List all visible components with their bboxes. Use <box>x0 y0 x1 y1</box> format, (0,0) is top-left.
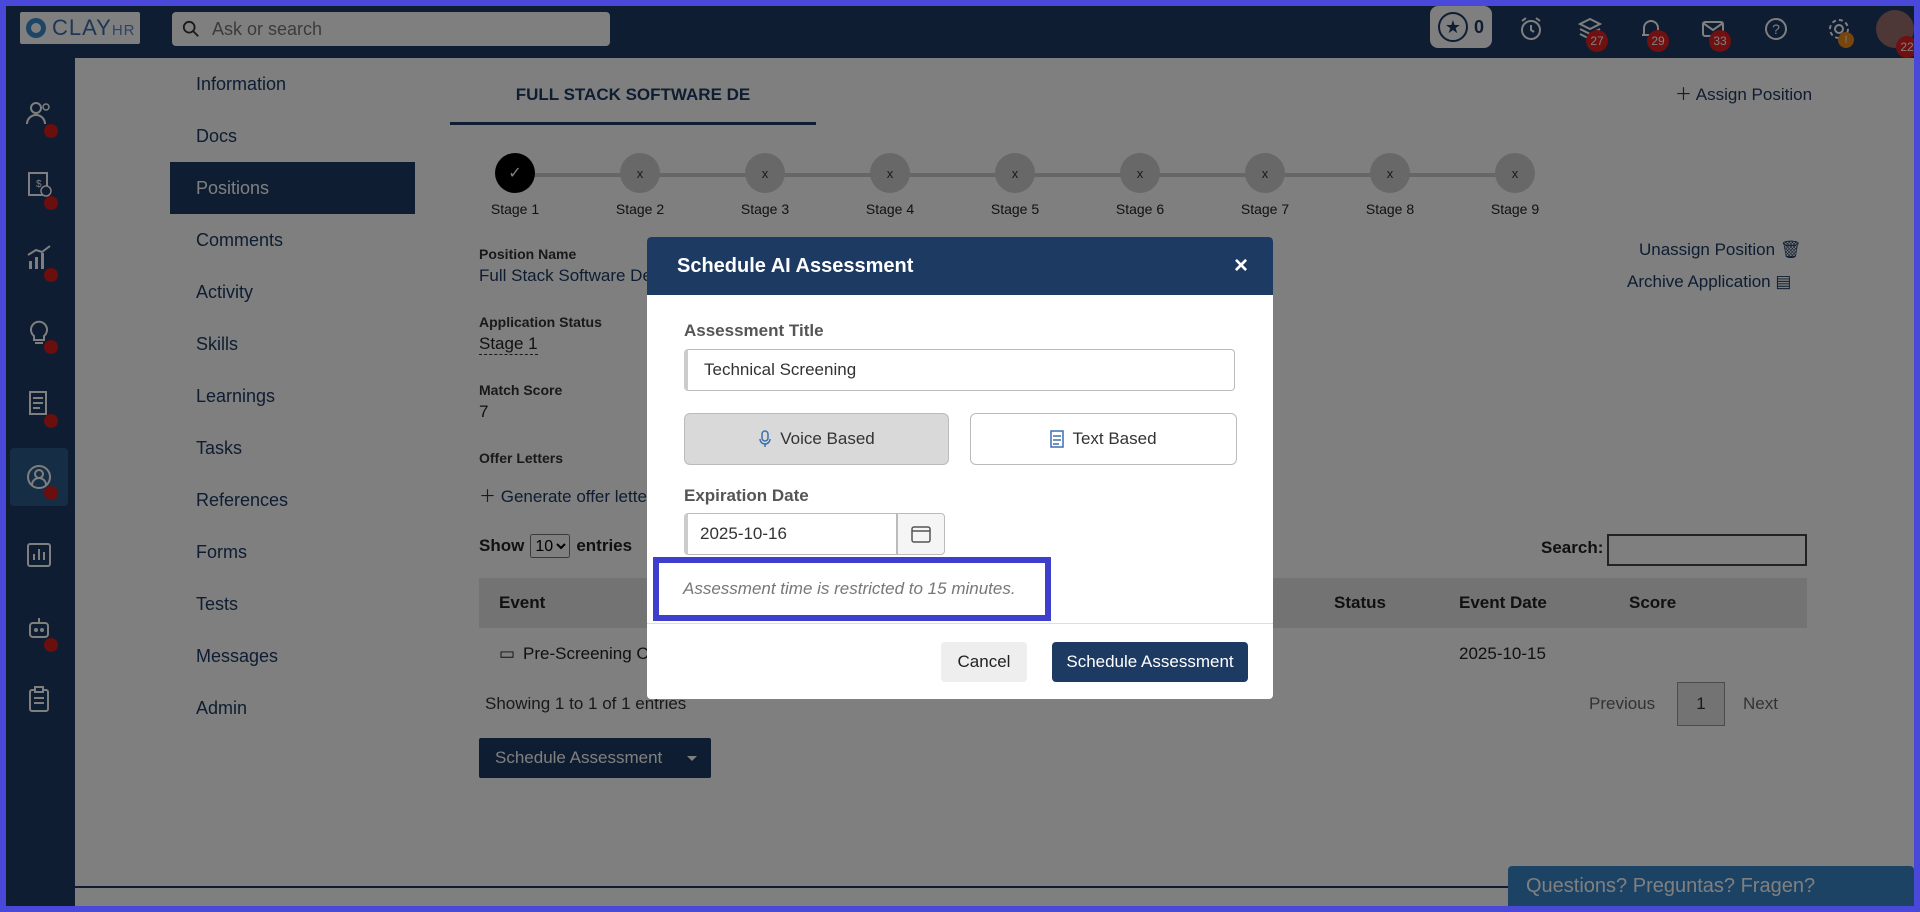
schedule-ai-assessment-modal: Schedule AI Assessment × Assessment Titl… <box>647 237 1273 699</box>
assessment-time-note: Assessment time is restricted to 15 minu… <box>653 557 1051 621</box>
assessment-title-label: Assessment Title <box>684 321 824 340</box>
expiration-date-label: Expiration Date <box>684 486 809 505</box>
assessment-title-input[interactable]: Technical Screening <box>684 349 1235 391</box>
app-frame: CLAYHR ★ 0 27 29 33 ? ! <box>6 6 1914 906</box>
calendar-button[interactable] <box>897 513 945 555</box>
modal-title: Schedule AI Assessment <box>677 254 914 277</box>
modal-header: Schedule AI Assessment × <box>647 237 1273 295</box>
schedule-assessment-button[interactable]: Schedule Assessment <box>1052 642 1248 682</box>
modal-footer-divider <box>647 623 1273 624</box>
text-based-button[interactable]: Text Based <box>970 413 1237 465</box>
expiration-date-input[interactable]: 2025-10-16 <box>684 513 897 555</box>
calendar-icon <box>911 526 931 543</box>
voice-based-label: Voice Based <box>780 429 875 448</box>
document-icon <box>1050 430 1065 448</box>
voice-based-button[interactable]: Voice Based <box>684 413 949 465</box>
cancel-button[interactable]: Cancel <box>941 642 1027 682</box>
text-based-label: Text Based <box>1072 429 1157 448</box>
microphone-icon <box>759 430 771 447</box>
close-icon[interactable]: × <box>1229 252 1253 279</box>
